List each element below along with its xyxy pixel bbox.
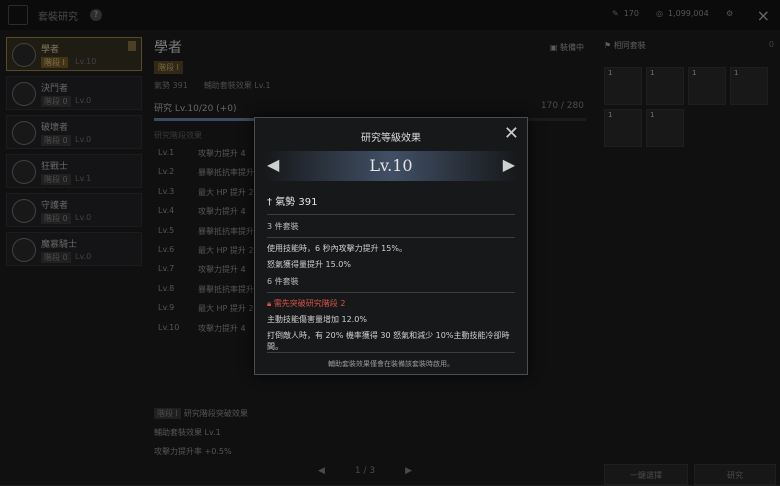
set-3-effect: 怒氣獲得量提升 15.0% bbox=[267, 260, 351, 269]
momentum-stat: † 氣勢 391 bbox=[267, 193, 515, 215]
dialog-footer-note: 輔助套裝效果僅會在裝備該套裝時啟用。 bbox=[267, 352, 515, 369]
sword-icon: † bbox=[267, 197, 276, 208]
level-label: Lv.10 bbox=[369, 156, 413, 175]
set-6-effect: 主動技能傷害量增加 12.0% bbox=[267, 315, 367, 324]
set-3-effect: 使用技能時，6 秒內攻擊力提升 15%。 bbox=[267, 244, 407, 253]
set-6-heading: 6 件套裝 bbox=[267, 276, 515, 293]
effect-details: † 氣勢 391 3 件套裝 使用技能時，6 秒內攻擊力提升 15%。 怒氣獲得… bbox=[267, 193, 515, 352]
set-3-heading: 3 件套裝 bbox=[267, 221, 515, 238]
dialog-title: 研究等級效果 bbox=[361, 133, 421, 144]
set-6-effect: 打倒敵人時，有 20% 機率獲得 30 怒氣和減少 10%主動技能冷卻時間。 bbox=[267, 331, 510, 351]
lock-icon: 🔒︎ bbox=[267, 299, 274, 308]
prev-level-icon[interactable]: ◀ bbox=[267, 155, 279, 174]
close-icon[interactable]: ✕ bbox=[504, 123, 519, 144]
locked-warning: 🔒︎ 需先突破研究階段 2 bbox=[267, 299, 346, 308]
level-effect-dialog: 研究等級效果 ✕ ◀ Lv.10 ▶ † 氣勢 391 3 件套裝 使用技能時，… bbox=[254, 117, 528, 375]
next-level-icon[interactable]: ▶ bbox=[503, 155, 515, 174]
level-selector: ◀ Lv.10 ▶ bbox=[263, 151, 519, 181]
